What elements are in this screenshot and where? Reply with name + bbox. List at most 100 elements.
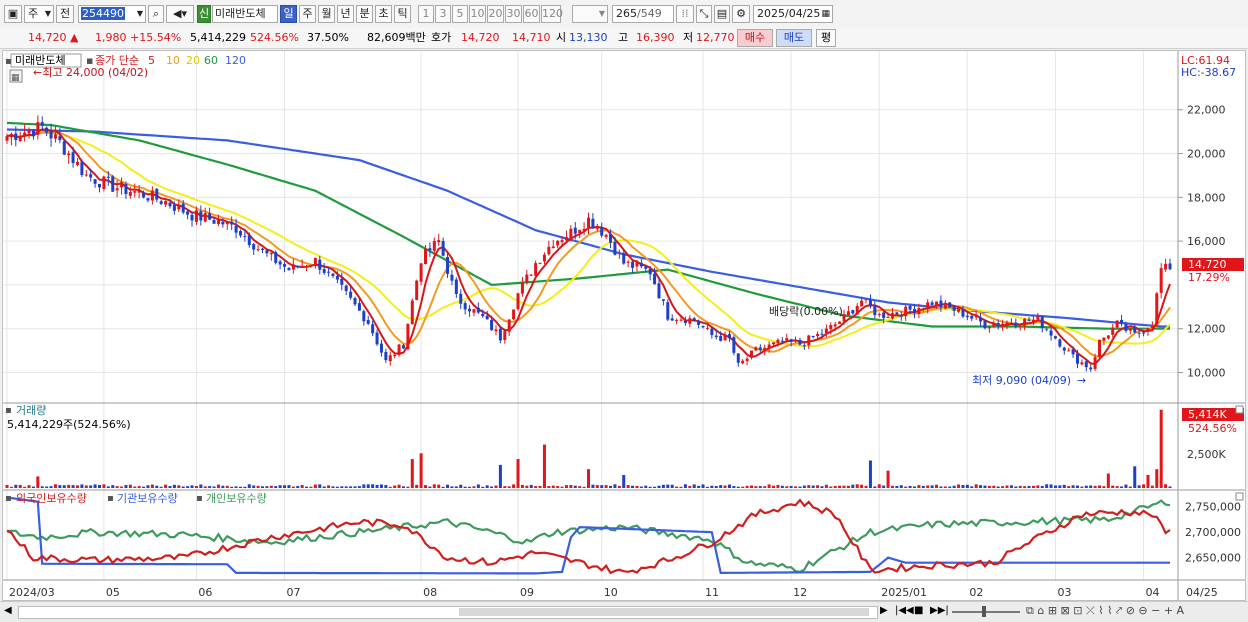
interval-tab-120[interactable]: 120 xyxy=(541,5,563,23)
interval-select[interactable]: ▼ xyxy=(572,5,608,23)
interval-tab-30[interactable]: 30 xyxy=(505,5,522,23)
max-price-label: ←최고 24,000 (04/02) xyxy=(33,66,148,79)
legend-inst[interactable]: 기관보유수량 xyxy=(117,492,178,505)
volume-bar xyxy=(794,486,798,488)
volume-bar xyxy=(1150,485,1154,488)
volume-bar xyxy=(472,486,476,488)
candle-body xyxy=(133,191,137,193)
buy-button[interactable]: 매수 xyxy=(737,29,773,47)
candle-body xyxy=(661,299,665,301)
interval-tab-20[interactable]: 20 xyxy=(487,5,504,23)
crosshair-icon[interactable]: ⤡ xyxy=(696,5,712,23)
volume-bar xyxy=(379,484,383,488)
candle-body xyxy=(868,300,872,307)
candle-body xyxy=(864,299,868,301)
save-icon[interactable]: ▤ xyxy=(714,5,730,23)
scroll-thumb[interactable] xyxy=(459,608,869,616)
volume-bar xyxy=(957,484,961,488)
scroll-track[interactable] xyxy=(18,606,878,619)
volume-bar xyxy=(1058,485,1062,488)
zoom-slider-handle[interactable] xyxy=(982,606,986,617)
period-tab-4[interactable]: 분 xyxy=(356,5,373,23)
chart-svg[interactable]: ▪ 미래반도체 ▪ 종가 단순 5 10 20 60 120 ←최고 24,00… xyxy=(3,51,1245,600)
candle-body xyxy=(14,133,18,140)
layout-icon[interactable]: ▣ xyxy=(4,5,22,23)
price-y-tick: 20,000 xyxy=(1187,148,1226,161)
interval-tab-60[interactable]: 60 xyxy=(523,5,540,23)
candle-body xyxy=(564,237,568,241)
interval-tab-1[interactable]: 1 xyxy=(418,5,434,23)
count-input[interactable]: 265/549 xyxy=(612,5,674,23)
volume-bar xyxy=(45,486,49,488)
interval-tab-10[interactable]: 10 xyxy=(469,5,486,23)
eval-button[interactable]: 평 xyxy=(816,29,836,47)
scroll-right-icon[interactable]: ▶ xyxy=(880,605,888,616)
candle-body xyxy=(36,122,40,135)
candle-body xyxy=(234,225,238,233)
interval-tab-5[interactable]: 5 xyxy=(452,5,468,23)
volume-bar xyxy=(534,486,538,488)
scroll-left-icon[interactable]: ◀ xyxy=(4,605,12,616)
legend-foreign[interactable]: 외국인보유수량 xyxy=(16,492,87,505)
speaker-icon[interactable]: ◀▾ xyxy=(166,5,194,23)
candle-body xyxy=(45,127,49,133)
date-input[interactable]: 2025/04/25 ▦ xyxy=(753,5,833,23)
rewind-icon[interactable]: |◀◀ xyxy=(895,605,914,616)
candle-body xyxy=(1023,318,1027,326)
stock-name[interactable]: 미래반도체 xyxy=(212,5,278,23)
interval-tab-3[interactable]: 3 xyxy=(435,5,451,23)
period-tab-2[interactable]: 월 xyxy=(318,5,335,23)
candle-body xyxy=(516,293,520,310)
x-label: 08 xyxy=(423,586,437,599)
period-tab-5[interactable]: 초 xyxy=(375,5,392,23)
volume-close-icon[interactable] xyxy=(1235,405,1244,414)
price-y-tick: 16,000 xyxy=(1187,235,1226,248)
volume-bar xyxy=(357,486,361,488)
volume-bar xyxy=(1133,466,1137,488)
volume-bar xyxy=(375,484,379,488)
candle-body xyxy=(80,161,84,176)
candle-body xyxy=(1164,263,1168,270)
zoom-slider[interactable] xyxy=(952,611,1020,613)
volume-bar xyxy=(353,486,357,488)
gear-icon[interactable]: ⚙ xyxy=(732,5,750,23)
search-icon[interactable]: ⌕ xyxy=(148,5,164,23)
volume-bar xyxy=(1067,486,1071,488)
chart-area[interactable]: ▪ 미래반도체 ▪ 종가 단순 5 10 20 60 120 ←최고 24,00… xyxy=(2,50,1246,601)
type-select[interactable]: 주 ▼ xyxy=(24,5,54,23)
volume-bar xyxy=(36,476,40,488)
candle-body xyxy=(996,323,1000,326)
holdings-close-icon[interactable] xyxy=(1235,492,1244,501)
sell-button[interactable]: 매도 xyxy=(776,29,812,47)
period-tab-0[interactable]: 일 xyxy=(280,5,297,23)
period-tab-1[interactable]: 주 xyxy=(299,5,316,23)
candle-body xyxy=(723,335,727,341)
candle-body xyxy=(27,130,31,134)
volume-bar xyxy=(190,485,194,488)
candle-body xyxy=(582,228,586,231)
period-tab-3[interactable]: 년 xyxy=(337,5,354,23)
period-tab-6[interactable]: 틱 xyxy=(394,5,411,23)
volume-bar xyxy=(917,485,921,488)
candle-body xyxy=(1093,357,1097,369)
grid-icon[interactable]: ⁞⁞ xyxy=(676,5,694,23)
chart-tools-icons[interactable]: ⧉ ⌂ ⊞ ⊠ ⊡ ⤫ ⌇ ⌇ ⤤ ⊘ ⊖ − + A xyxy=(1026,604,1184,618)
volume-bar xyxy=(454,486,458,488)
candle-body xyxy=(1115,320,1119,328)
code-input[interactable]: 254490 ▼ xyxy=(78,5,146,23)
legend-retail[interactable]: 개인보유수량 xyxy=(206,492,267,505)
candle-body xyxy=(1036,316,1040,320)
candle-body xyxy=(974,316,978,318)
volume-bar xyxy=(529,484,533,488)
candle-body xyxy=(921,308,925,310)
volume-bar xyxy=(1115,486,1119,488)
candle-body xyxy=(490,320,494,331)
candle-body xyxy=(1005,322,1009,325)
forward-icon[interactable]: ▶▶| xyxy=(930,605,949,616)
prev-button[interactable]: 전 xyxy=(56,5,74,23)
volume-bar xyxy=(393,485,397,488)
candle-body xyxy=(362,311,366,322)
holdings-retail-line xyxy=(7,499,1171,573)
stop-icon[interactable]: ■ xyxy=(914,605,923,616)
volume-title[interactable]: 거래량 xyxy=(16,404,46,417)
